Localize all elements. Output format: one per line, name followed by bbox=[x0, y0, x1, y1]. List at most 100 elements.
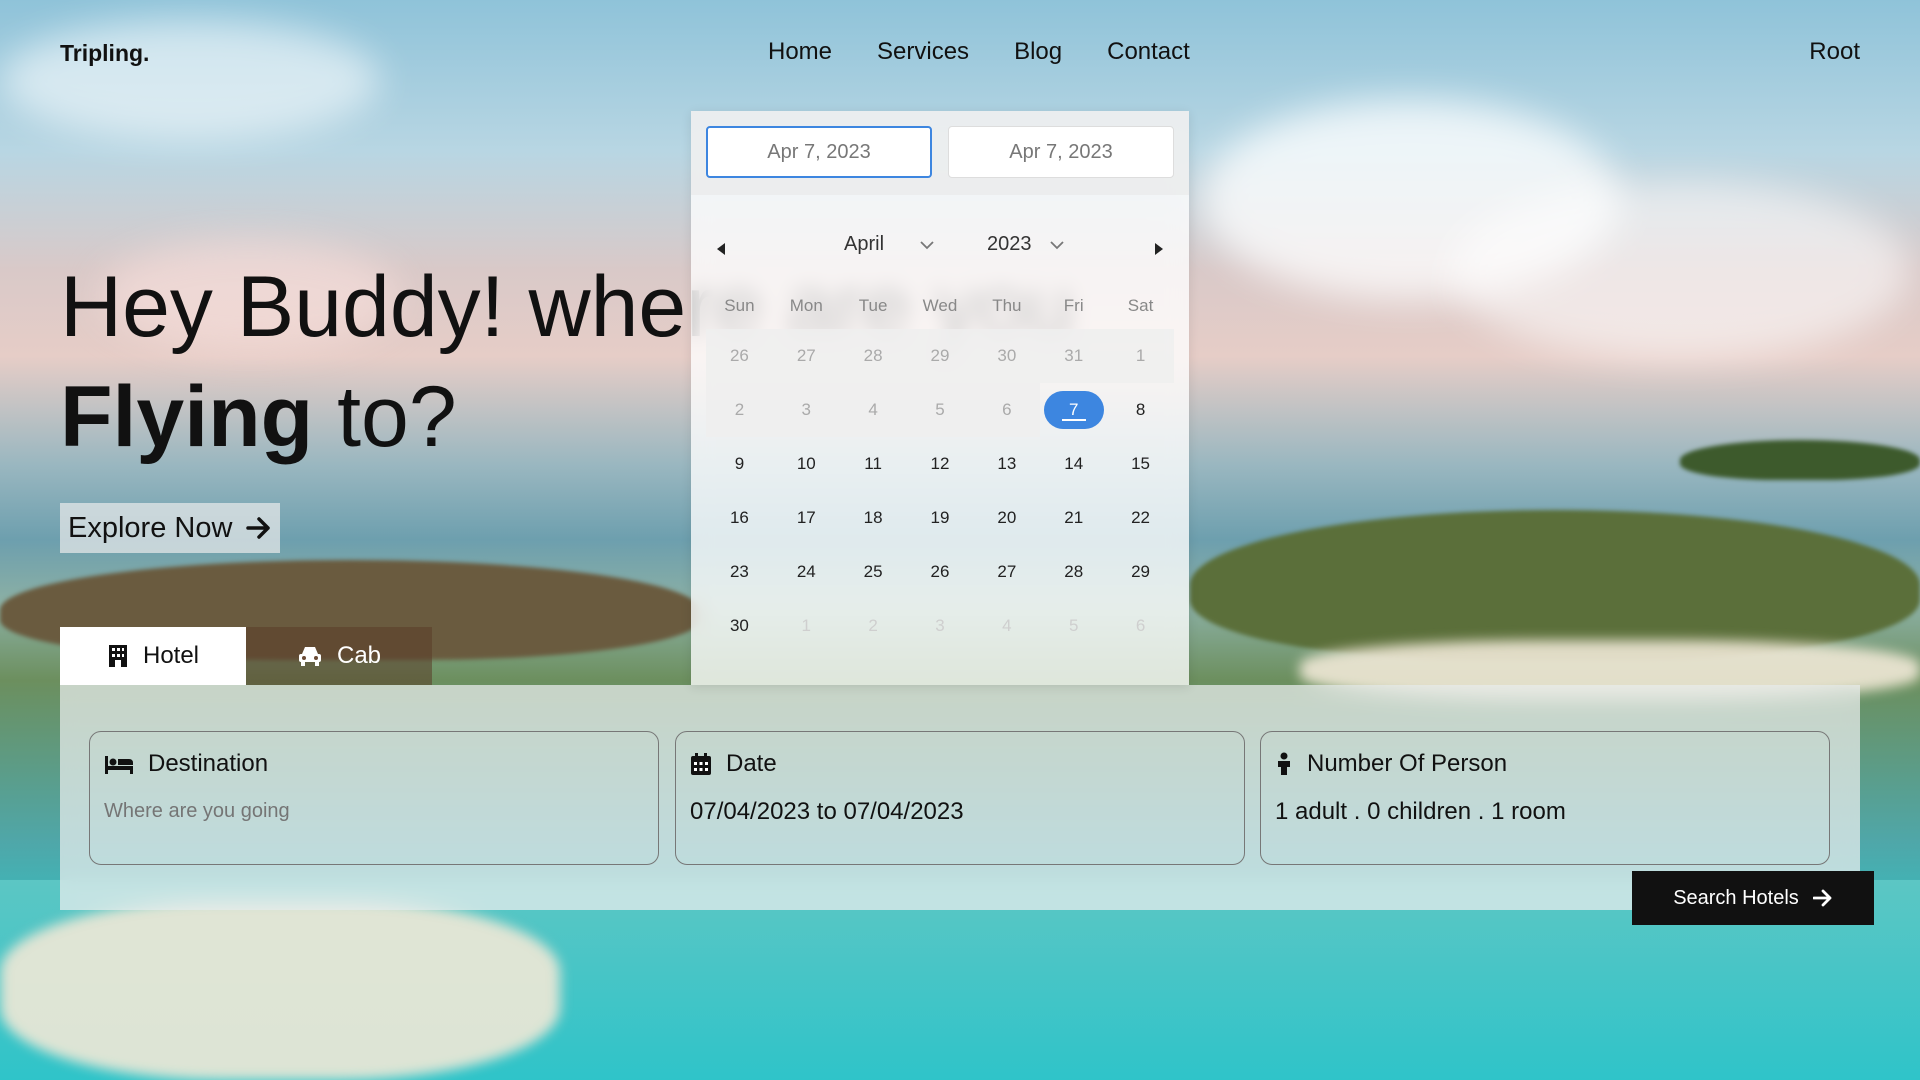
explore-label: Explore Now bbox=[68, 511, 233, 544]
calendar-day[interactable]: 3 bbox=[773, 383, 840, 437]
calendar-header: April 2023 bbox=[691, 229, 1189, 269]
calendar-day-label: 9 bbox=[734, 454, 745, 473]
calendar-day[interactable]: 5 bbox=[907, 383, 974, 437]
user-menu[interactable]: Root bbox=[1809, 38, 1860, 66]
weekday-label: Thu bbox=[992, 296, 1022, 315]
end-date-input[interactable]: Apr 7, 2023 bbox=[948, 126, 1174, 178]
explore-now-button[interactable]: Explore Now bbox=[60, 503, 281, 553]
calendar-day[interactable]: 30 bbox=[973, 329, 1040, 383]
calendar-day-label: 15 bbox=[1131, 454, 1151, 473]
calendar-day[interactable]: 10 bbox=[773, 437, 840, 491]
calendar-day[interactable]: 30 bbox=[706, 599, 773, 653]
calendar-day[interactable]: 19 bbox=[907, 491, 974, 545]
calendar-day[interactable]: 13 bbox=[973, 437, 1040, 491]
weekday-label: Sat bbox=[1127, 296, 1154, 315]
calendar-day[interactable]: 3 bbox=[907, 599, 974, 653]
calendar-day-label: 27 bbox=[997, 562, 1017, 581]
tab-hotel[interactable]: Hotel bbox=[60, 627, 246, 685]
calendar-day[interactable]: 26 bbox=[907, 545, 974, 599]
calendar-day-label: 30 bbox=[997, 346, 1017, 365]
calendar-day[interactable]: 8 bbox=[1107, 383, 1174, 437]
destination-label: Destination bbox=[148, 750, 269, 777]
start-date-input[interactable]: Apr 7, 2023 bbox=[706, 126, 932, 178]
calendar-day[interactable]: 28 bbox=[840, 329, 907, 383]
calendar-day[interactable]: 27 bbox=[773, 329, 840, 383]
calendar-day[interactable]: 17 bbox=[773, 491, 840, 545]
weekday-label: Fri bbox=[1063, 296, 1084, 315]
calendar-day-label: 24 bbox=[796, 562, 816, 581]
weekday-label: Tue bbox=[858, 296, 888, 315]
calendar-day[interactable]: 28 bbox=[1040, 545, 1107, 599]
calendar-day-label: 13 bbox=[997, 454, 1017, 473]
calendar-day[interactable]: 4 bbox=[973, 599, 1040, 653]
arrow-right-icon bbox=[246, 516, 272, 540]
calendar-day[interactable]: 9 bbox=[706, 437, 773, 491]
weekday-label: Mon bbox=[789, 296, 823, 315]
calendar-day[interactable]: 6 bbox=[1107, 599, 1174, 653]
calendar-day[interactable]: 29 bbox=[1107, 545, 1174, 599]
nav-contact[interactable]: Contact bbox=[1107, 38, 1190, 66]
date-value: 07/04/2023 to 07/04/2023 bbox=[690, 798, 964, 825]
calendar-day[interactable]: 22 bbox=[1107, 491, 1174, 545]
date-field[interactable]: Date 07/04/2023 to 07/04/2023 bbox=[675, 731, 1245, 865]
calendar-day[interactable]: 31 bbox=[1040, 329, 1107, 383]
calendar-day-label: 30 bbox=[729, 616, 749, 635]
destination-field[interactable]: Destination bbox=[89, 731, 659, 865]
calendar-day[interactable]: 14 bbox=[1040, 437, 1107, 491]
calendar-day[interactable]: 23 bbox=[706, 545, 773, 599]
calendar-day[interactable]: 6 bbox=[973, 383, 1040, 437]
chevron-down-icon bbox=[920, 240, 934, 250]
nav-blog[interactable]: Blog bbox=[1014, 38, 1062, 66]
calendar-day[interactable]: 18 bbox=[840, 491, 907, 545]
calendar-day[interactable]: 20 bbox=[973, 491, 1040, 545]
next-month-button[interactable] bbox=[1144, 229, 1174, 269]
calendar-day-label: 5 bbox=[935, 400, 945, 419]
brand-logo[interactable]: Tripling. bbox=[60, 40, 149, 67]
calendar-day[interactable]: 11 bbox=[840, 437, 907, 491]
calendar-day[interactable]: 27 bbox=[973, 545, 1040, 599]
nav-home[interactable]: Home bbox=[768, 38, 832, 66]
calendar-day[interactable]: 12 bbox=[907, 437, 974, 491]
calendar-day[interactable]: 29 bbox=[907, 329, 974, 383]
calendar-day[interactable]: 26 bbox=[706, 329, 773, 383]
persons-field[interactable]: Number Of Person 1 adult . 0 children . … bbox=[1260, 731, 1830, 865]
chevron-down-icon bbox=[1049, 240, 1064, 250]
calendar-day[interactable]: 2 bbox=[706, 383, 773, 437]
destination-input[interactable] bbox=[104, 800, 644, 823]
building-icon bbox=[107, 644, 129, 668]
caret-right-icon bbox=[1154, 243, 1164, 255]
calendar-day[interactable]: 25 bbox=[840, 545, 907, 599]
calendar-day-label: 20 bbox=[997, 508, 1017, 527]
calendar-day-label: 21 bbox=[1064, 508, 1084, 527]
calendar-day[interactable]: 5 bbox=[1040, 599, 1107, 653]
year-select[interactable]: 2023 bbox=[987, 233, 1064, 256]
prev-month-button[interactable] bbox=[706, 229, 736, 269]
calendar-day-label: 3 bbox=[801, 400, 811, 419]
calendar-day[interactable]: 21 bbox=[1040, 491, 1107, 545]
calendar-day-label: 29 bbox=[1131, 562, 1151, 581]
calendar-day[interactable]: 4 bbox=[840, 383, 907, 437]
calendar-day-selected[interactable]: 7 bbox=[1040, 383, 1107, 437]
calendar-day[interactable]: 1 bbox=[1107, 329, 1174, 383]
calendar-day[interactable]: 16 bbox=[706, 491, 773, 545]
calendar-day[interactable]: 1 bbox=[773, 599, 840, 653]
tab-hotel-label: Hotel bbox=[142, 642, 200, 669]
nav-services[interactable]: Services bbox=[877, 38, 969, 66]
calendar-day[interactable]: 2 bbox=[840, 599, 907, 653]
search-hotels-button[interactable]: Search Hotels bbox=[1632, 871, 1874, 925]
calendar-day[interactable]: 15 bbox=[1107, 437, 1174, 491]
calendar-day-label: 11 bbox=[864, 454, 882, 473]
calendar-day-label: 29 bbox=[930, 346, 950, 365]
arrow-right-icon bbox=[1812, 889, 1833, 907]
month-select[interactable]: April bbox=[844, 233, 934, 256]
search-hotels-label: Search Hotels bbox=[1673, 886, 1799, 909]
calendar-day-label: 22 bbox=[1131, 508, 1151, 527]
calendar-day-label: 17 bbox=[796, 508, 816, 527]
tab-cab[interactable]: Cab bbox=[246, 627, 432, 685]
calendar-day-label: 7 bbox=[1043, 391, 1104, 429]
calendar-day-label: 18 bbox=[863, 508, 883, 527]
date-label: Date bbox=[726, 750, 777, 777]
person-icon bbox=[1275, 752, 1293, 776]
calendar-day[interactable]: 24 bbox=[773, 545, 840, 599]
destination-label-row: Destination bbox=[104, 750, 644, 778]
